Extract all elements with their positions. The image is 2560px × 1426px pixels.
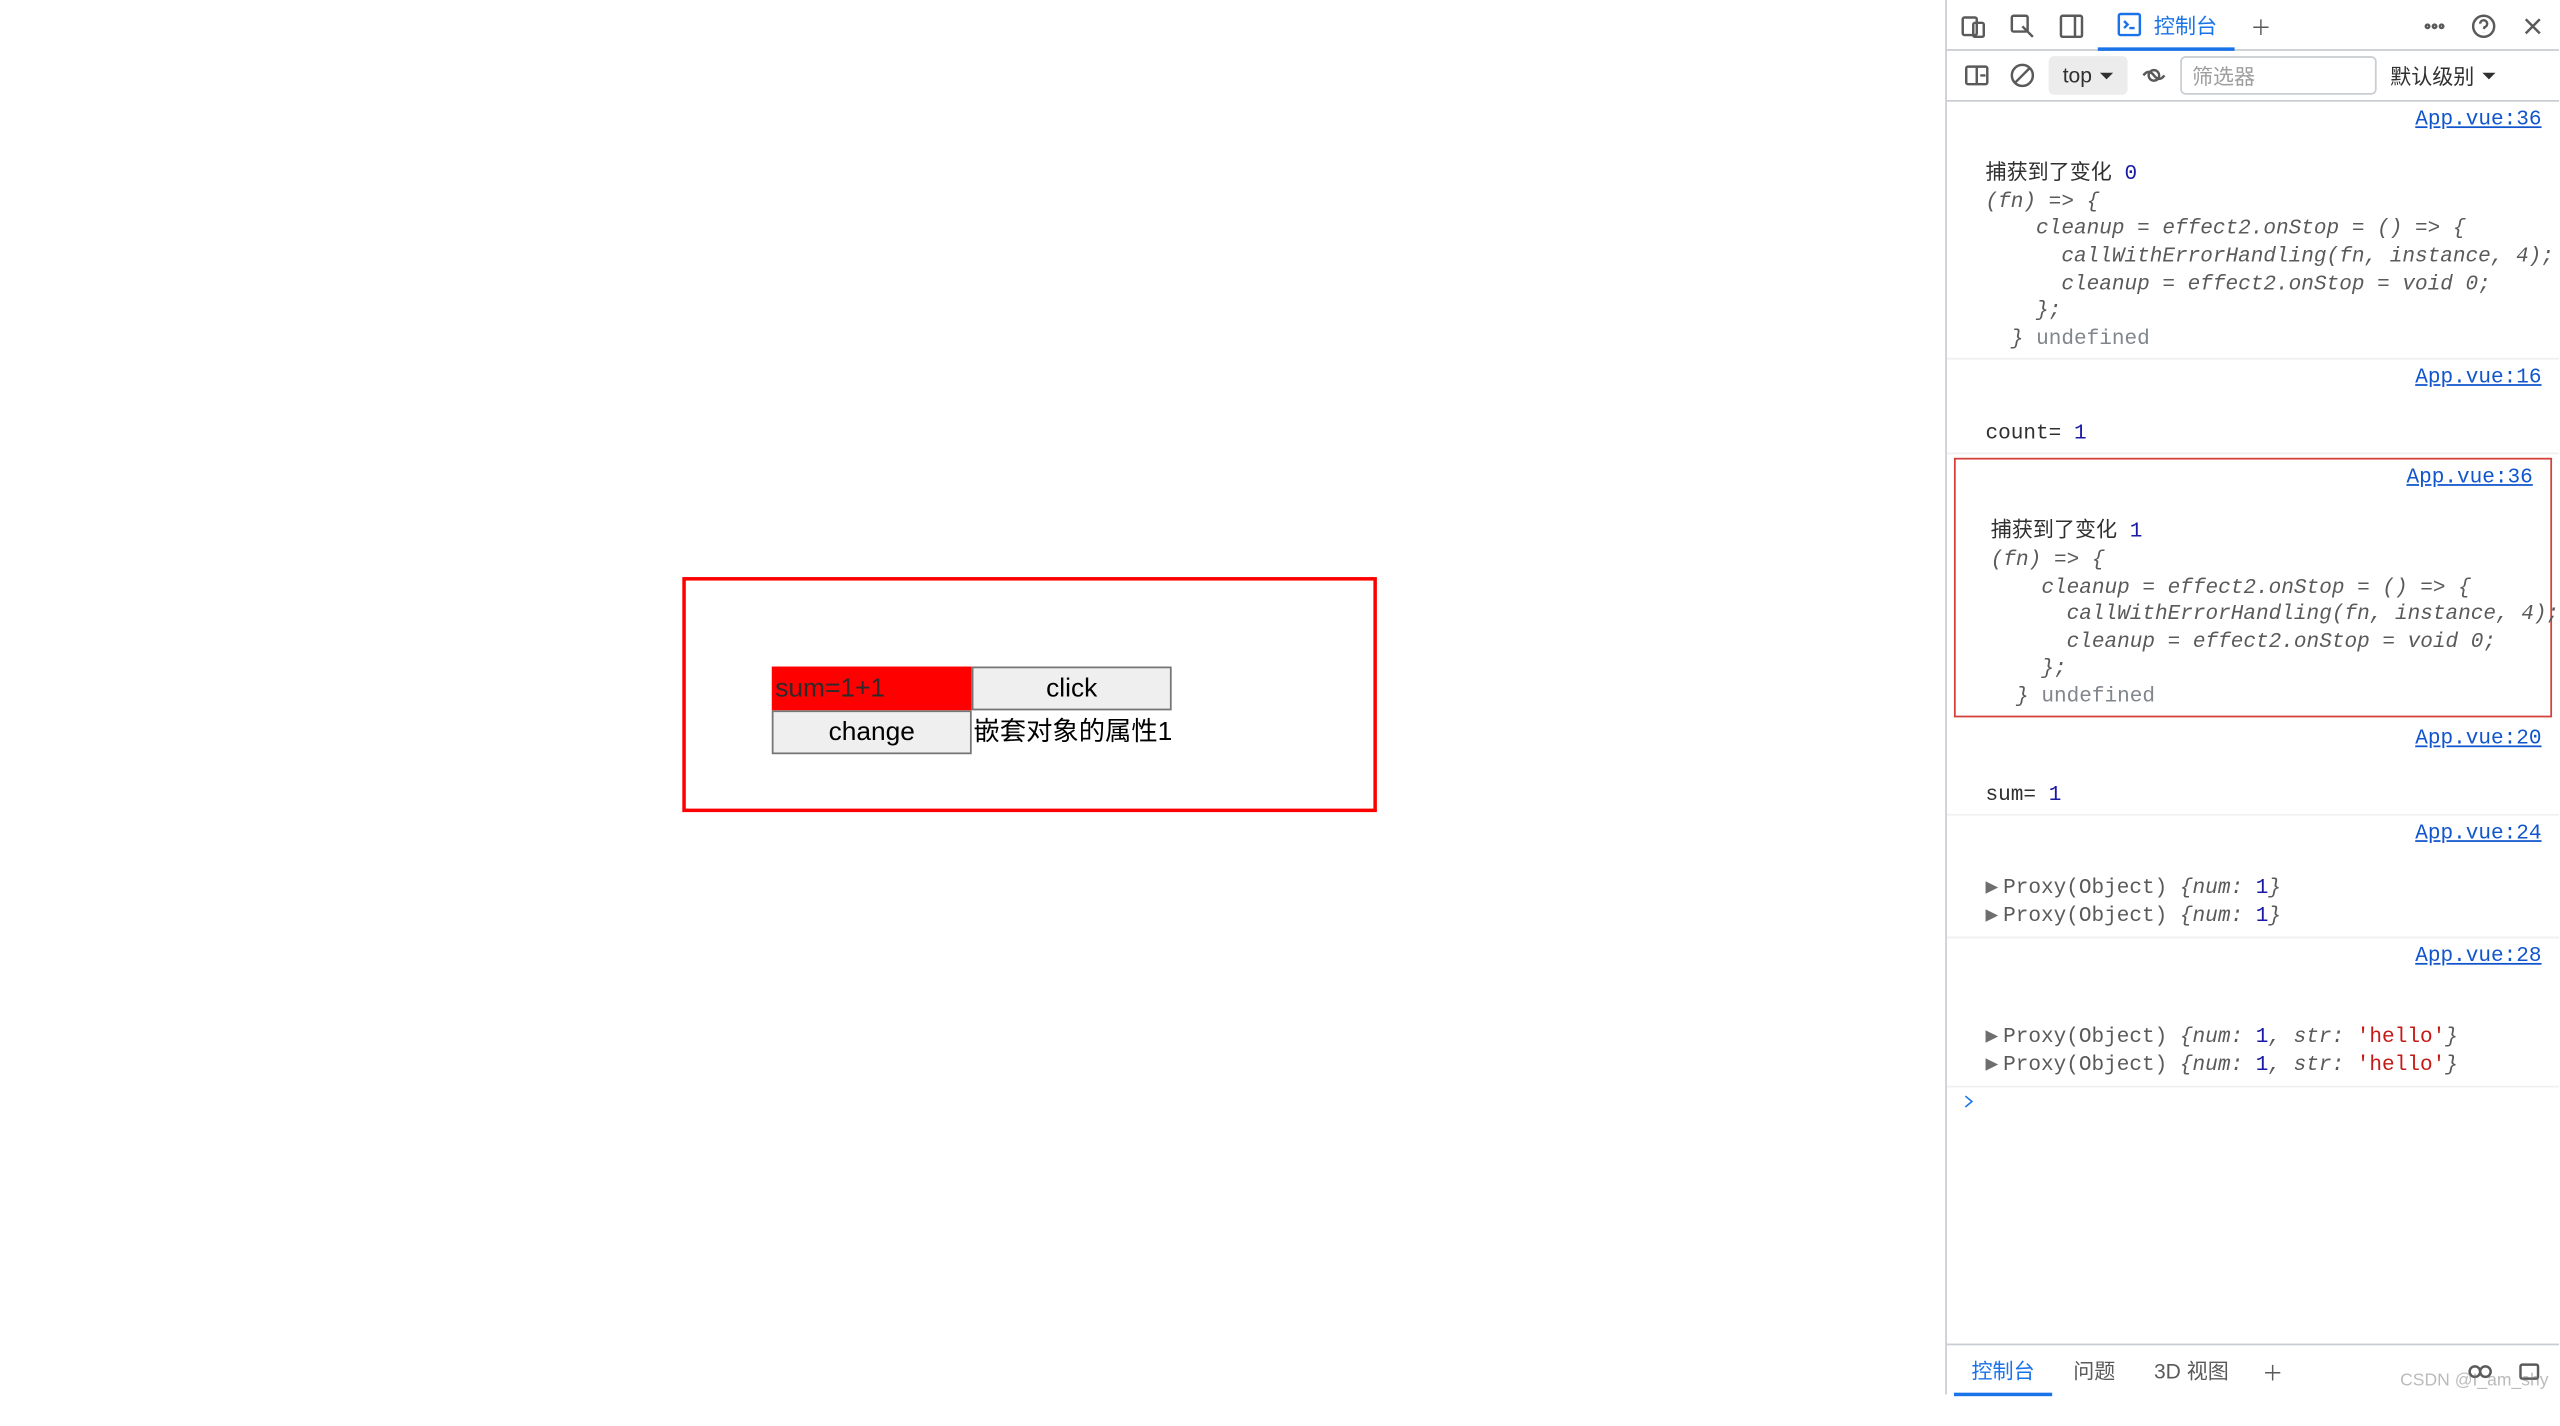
source-link[interactable]: App.vue:36 bbox=[2415, 107, 2541, 134]
clear-console-icon[interactable] bbox=[2003, 56, 2042, 95]
help-icon[interactable] bbox=[2461, 4, 2507, 50]
source-link[interactable]: App.vue:16 bbox=[2415, 365, 2541, 392]
drawer-tab-console[interactable]: 控制台 bbox=[1954, 1345, 2052, 1394]
context-select-label: top bbox=[2063, 63, 2092, 88]
filter-placeholder: 筛选器 bbox=[2192, 61, 2255, 91]
log-level-label: 默认级别 bbox=[2390, 61, 2474, 91]
filter-input[interactable]: 筛选器 bbox=[2180, 56, 2376, 95]
log-entry[interactable]: App.vue:24 ▶Proxy(Object) {num: 1} ▶Prox… bbox=[1947, 816, 2559, 938]
app-controls: sum=1+1 click change 嵌套对象的属性1 bbox=[772, 667, 1173, 755]
live-expression-icon[interactable] bbox=[2134, 56, 2173, 95]
inspect-element-icon[interactable] bbox=[2000, 4, 2046, 50]
source-link[interactable]: App.vue:36 bbox=[2406, 465, 2532, 492]
log-entry[interactable]: App.vue:36 捕获到了变化 0 (fn) => { cleanup = … bbox=[1947, 102, 2559, 360]
console-toolbar: top 筛选器 默认级别 bbox=[1947, 51, 2559, 102]
watermark-text: CSDN @I_am_shy bbox=[2400, 1372, 2548, 1391]
drawer-tab-issues[interactable]: 问题 bbox=[2056, 1345, 2133, 1394]
source-link[interactable]: App.vue:28 bbox=[2415, 943, 2541, 970]
drawer-add-tab-icon[interactable]: ＋ bbox=[2250, 1349, 2296, 1395]
toggle-sidebar-icon[interactable] bbox=[1957, 56, 1996, 95]
add-tab-icon[interactable]: ＋ bbox=[2238, 4, 2284, 50]
context-select[interactable]: top bbox=[2049, 56, 2127, 95]
tab-console[interactable]: 控制台 bbox=[2098, 0, 2235, 49]
dock-side-icon[interactable] bbox=[2049, 4, 2095, 50]
console-prompt[interactable] bbox=[1947, 1087, 2559, 1125]
log-entry[interactable]: App.vue:16 count= 1 bbox=[1947, 360, 2559, 454]
tab-console-label: 控制台 bbox=[2154, 10, 2217, 40]
log-entry-highlighted[interactable]: App.vue:36 捕获到了变化 1 (fn) => { cleanup = … bbox=[1954, 458, 2552, 718]
nested-object-text: 嵌套对象的属性1 bbox=[972, 710, 1173, 754]
log-entry[interactable]: App.vue:20 sum= 1 bbox=[1947, 722, 2559, 816]
source-link[interactable]: App.vue:24 bbox=[2415, 821, 2541, 848]
app-viewport: sum=1+1 click change 嵌套对象的属性1 bbox=[0, 0, 1943, 1394]
log-level-select[interactable]: 默认级别 bbox=[2383, 61, 2506, 91]
console-log[interactable]: App.vue:36 捕获到了变化 0 (fn) => { cleanup = … bbox=[1947, 102, 2559, 1344]
change-button[interactable]: change bbox=[772, 710, 972, 754]
click-button[interactable]: click bbox=[972, 667, 1172, 711]
sum-label: sum=1+1 bbox=[772, 667, 972, 711]
close-icon[interactable] bbox=[2510, 4, 2556, 50]
devtools-tabstrip: 控制台 ＋ bbox=[1947, 0, 2559, 51]
device-toolbar-icon[interactable] bbox=[1950, 4, 1996, 50]
more-icon[interactable] bbox=[2412, 4, 2458, 50]
devtools-panel: 控制台 ＋ top bbox=[1945, 0, 2559, 1394]
source-link[interactable]: App.vue:20 bbox=[2415, 727, 2541, 754]
log-entry[interactable]: App.vue:28 ▶Proxy(Object) {num: 1, str: … bbox=[1947, 938, 2559, 1087]
drawer-tab-3dview[interactable]: 3D 视图 bbox=[2136, 1345, 2246, 1394]
